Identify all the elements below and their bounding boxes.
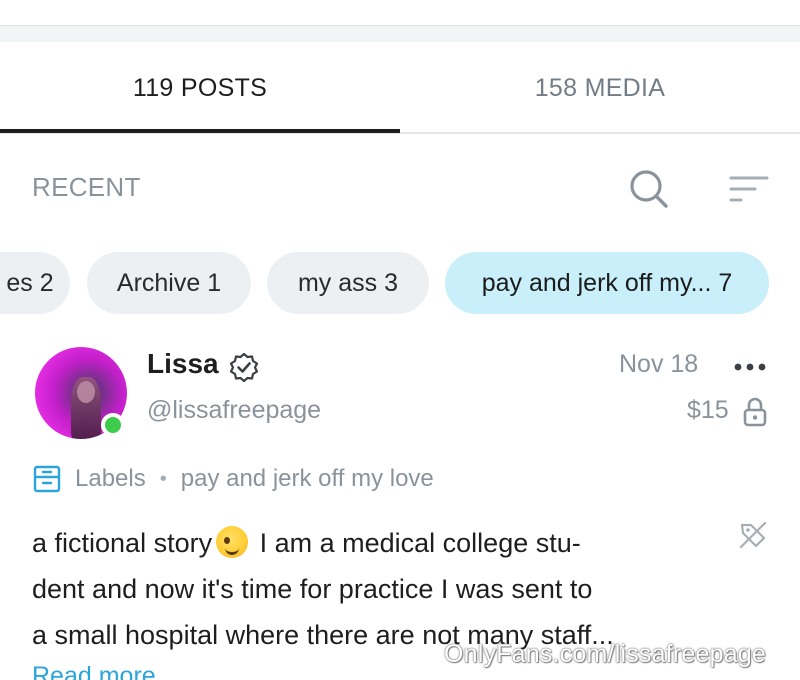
read-more-link[interactable]: Read more [32,662,156,680]
label-chips: es 2 Archive 1 my ass 3 pay and jerk off… [0,252,800,314]
winking-face-emoji-icon [216,526,249,558]
tab-media[interactable]: 158 MEDIA [400,44,800,132]
avatar-head [77,381,95,403]
tag-off-icon[interactable] [738,520,768,550]
post-date: Nov 18 [619,350,699,378]
post-price: $15 [687,396,729,424]
active-tab-indicator [0,129,400,133]
labels-row: Labels • pay and jerk off my love [33,462,434,496]
post-text: a fictional story I am a medical college… [32,520,712,658]
tab-posts[interactable]: 119 POSTS [0,44,400,132]
feed-section-title: RECENT [32,172,141,202]
watermark: OnlyFans.com/lissafreepage [444,640,767,668]
online-status-dot [101,413,125,437]
author-handle[interactable]: @lissafreepage [147,396,321,425]
labels-icon [33,465,61,493]
chip-item[interactable]: Archive 1 [87,252,251,314]
header-strip [0,26,800,42]
search-icon[interactable] [626,166,672,212]
post-text-line: a fictional story I am a medical college… [32,526,581,558]
chip-item-selected[interactable]: pay and jerk off my... 7 [445,252,769,314]
labels-title[interactable]: Labels [75,465,146,493]
author-name[interactable]: Lissa [147,348,219,380]
lock-icon [743,397,767,427]
chip-item[interactable]: es 2 [0,252,70,314]
label-value[interactable]: pay and jerk off my love [181,465,434,493]
labels-separator: • [159,467,167,490]
chip-item[interactable]: my ass 3 [267,252,429,314]
verified-badge-icon [229,352,259,382]
sort-icon[interactable] [727,170,771,210]
post-text-line: dent and now it's time for practice I wa… [32,574,593,604]
more-options-icon[interactable] [733,360,767,374]
profile-tabs: 119 POSTS 158 MEDIA [0,44,800,134]
top-bar [0,0,800,44]
